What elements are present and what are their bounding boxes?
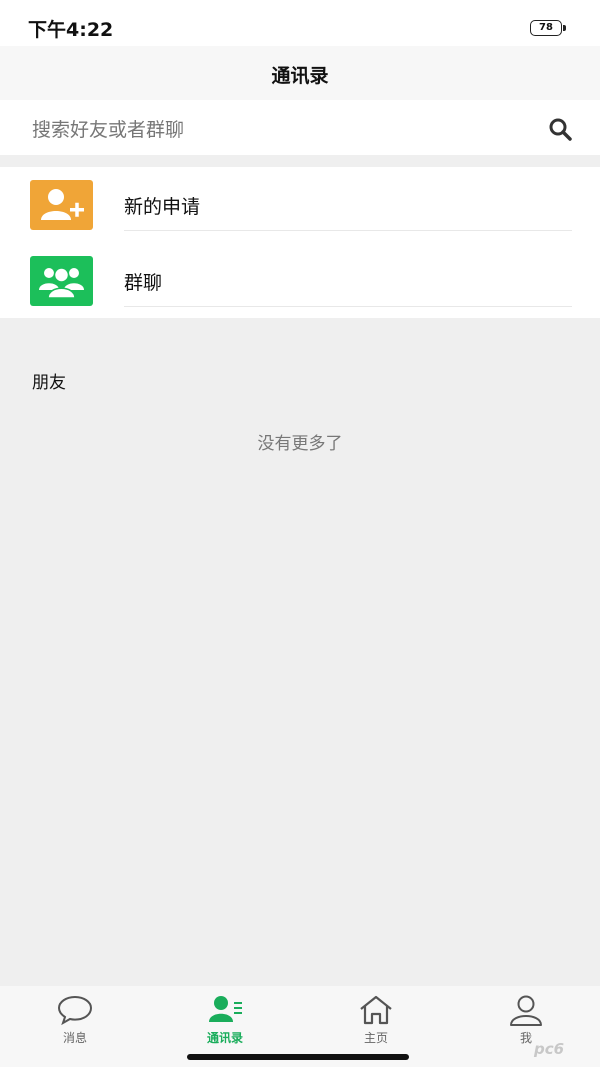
tab-label: 主页 (363, 1031, 388, 1045)
status-bar: 下午4:22 78 (0, 0, 600, 46)
profile-icon (510, 995, 542, 1026)
tab-profile[interactable]: 我 (451, 986, 600, 1046)
add-user-icon (30, 180, 93, 230)
new-request-label: 新的申请 (124, 196, 201, 218)
tab-label: 消息 (62, 1031, 87, 1045)
contact-entry-list: 新的申请 群聊 (0, 167, 600, 318)
tab-contacts[interactable]: 通讯录 (150, 986, 300, 1046)
divider (124, 230, 572, 231)
tab-home[interactable]: 主页 (301, 986, 451, 1046)
watermark-logo: pc6 (534, 1040, 565, 1058)
no-more-text: 没有更多了 (257, 434, 343, 454)
contacts-icon (209, 996, 242, 1022)
new-request-entry[interactable]: 新的申请 (0, 167, 600, 243)
chat-bubble-icon (57, 995, 93, 1026)
home-icon (360, 995, 392, 1025)
page-title: 通讯录 (271, 65, 329, 87)
status-time: 下午4:22 (28, 19, 114, 41)
friends-section-header: 朋友 (32, 373, 66, 393)
search-input[interactable]: 搜索好友或者群聊 (32, 115, 184, 142)
divider (124, 306, 572, 307)
navigation-bar: 通讯录 (0, 46, 600, 100)
group-icon (30, 256, 93, 306)
group-chat-entry[interactable]: 群聊 (0, 243, 600, 319)
search-bar[interactable]: 搜索好友或者群聊 (0, 100, 600, 155)
tab-label: 通讯录 (206, 1031, 243, 1045)
battery-indicator: 78 (530, 20, 566, 36)
tab-messages[interactable]: 消息 (0, 986, 150, 1046)
search-icon[interactable] (548, 117, 572, 141)
tab-label: 我 (519, 1031, 532, 1045)
home-indicator[interactable] (187, 1054, 409, 1060)
group-chat-label: 群聊 (124, 272, 163, 294)
